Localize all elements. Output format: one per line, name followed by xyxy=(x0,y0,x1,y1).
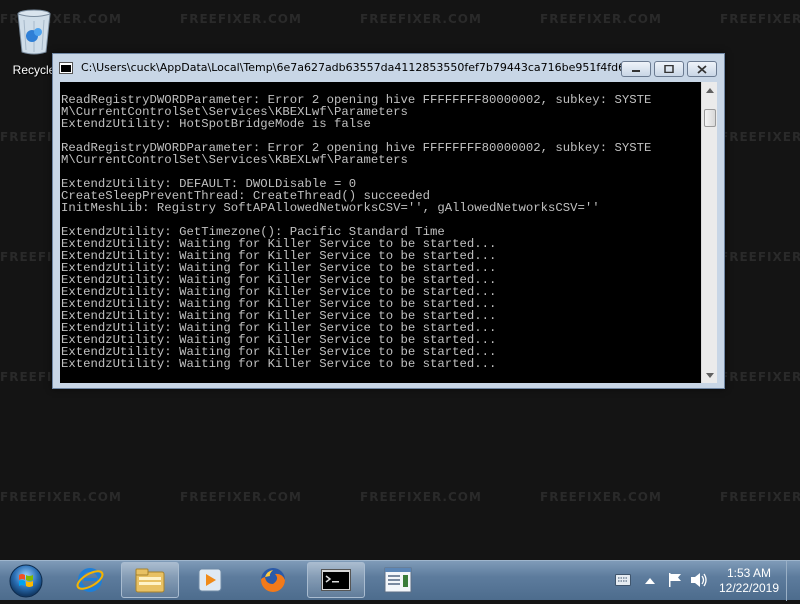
start-orb-icon xyxy=(9,564,43,598)
app-window-icon xyxy=(384,567,412,593)
taskbar-item-command-prompt[interactable] xyxy=(307,562,365,598)
close-icon xyxy=(697,64,707,74)
taskbar-item-media-player[interactable] xyxy=(182,562,240,598)
console-text: ReadRegistryDWORDParameter: Error 2 open… xyxy=(61,94,701,380)
desktop: FREEFIXER.COM FREEFIXER.COM FREEFIXER.COM F… xyxy=(0,0,800,560)
minimize-icon xyxy=(632,70,640,72)
watermark-text: FREEFIXER.COM xyxy=(720,370,800,384)
clock-date: 12/22/2019 xyxy=(718,581,780,595)
console-line: ExtendzUtility: Waiting for Killer Servi… xyxy=(61,357,497,371)
window-titlebar[interactable]: C:\Users\cuck\AppData\Local\Temp\6e7a627… xyxy=(53,54,724,82)
watermark-text: FREEFIXER.COM xyxy=(540,12,662,26)
vertical-scrollbar[interactable] xyxy=(701,82,717,383)
clock-time: 1:53 AM xyxy=(726,566,772,580)
show-desktop-button[interactable] xyxy=(786,561,800,601)
watermark-text: FREEFIXER.COM xyxy=(180,490,302,504)
file-explorer-icon xyxy=(135,568,165,593)
watermark-text: FREEFIXER.COM xyxy=(720,490,800,504)
minimize-button[interactable] xyxy=(621,61,651,77)
close-button[interactable] xyxy=(687,61,717,77)
console-line: M\CurrentControlSet\Services\KBEXLwf\Par… xyxy=(61,153,408,167)
console-app-icon xyxy=(59,62,73,74)
console-output-area[interactable]: ReadRegistryDWORDParameter: Error 2 open… xyxy=(60,82,717,383)
watermark-text: FREEFIXER.COM xyxy=(180,12,302,26)
console-line: ExtendzUtility: HotSpotBridgeMode is fal… xyxy=(61,117,371,131)
show-hidden-icons-icon[interactable] xyxy=(645,577,655,584)
firefox-icon xyxy=(261,568,285,592)
taskbar-item-file-explorer[interactable] xyxy=(121,562,179,598)
watermark-text: FREEFIXER.COM xyxy=(360,12,482,26)
watermark-text: FREEFIXER.COM xyxy=(0,490,122,504)
scroll-up-button[interactable] xyxy=(702,82,718,98)
watermark-text: FREEFIXER.COM xyxy=(360,490,482,504)
watermark-text: FREEFIXER.COM xyxy=(540,490,662,504)
taskbar: 1:53 AM 12/22/2019 xyxy=(0,560,800,601)
internet-explorer-icon xyxy=(76,568,104,592)
system-clock[interactable]: 1:53 AM 12/22/2019 xyxy=(716,566,782,596)
window-title: C:\Users\cuck\AppData\Local\Temp\6e7a627… xyxy=(81,61,641,74)
recycle-bin-icon xyxy=(17,9,51,55)
taskbar-item-firefox[interactable] xyxy=(244,562,302,598)
scrollbar-thumb[interactable] xyxy=(704,109,716,127)
watermark-text: FREEFIXER.COM xyxy=(720,130,800,144)
volume-icon[interactable] xyxy=(690,572,708,588)
arrow-up-icon xyxy=(706,87,714,93)
taskbar-item-app-window[interactable] xyxy=(369,562,427,598)
media-player-icon xyxy=(198,568,222,592)
maximize-icon xyxy=(664,65,674,73)
arrow-down-icon xyxy=(706,372,714,378)
scroll-down-button[interactable] xyxy=(702,367,718,383)
maximize-button[interactable] xyxy=(654,61,684,77)
console-window[interactable]: C:\Users\cuck\AppData\Local\Temp\6e7a627… xyxy=(52,53,725,389)
start-button[interactable] xyxy=(8,563,44,599)
console-line: InitMeshLib: Registry SoftAPAllowedNetwo… xyxy=(61,201,600,215)
keyboard-icon[interactable] xyxy=(615,574,631,586)
taskbar-item-internet-explorer[interactable] xyxy=(61,562,119,598)
watermark-text: FREEFIXER.COM xyxy=(720,250,800,264)
action-center-flag-icon[interactable] xyxy=(667,572,683,588)
watermark-text: FREEFIXER.COM xyxy=(720,12,800,26)
command-prompt-icon xyxy=(321,569,351,591)
